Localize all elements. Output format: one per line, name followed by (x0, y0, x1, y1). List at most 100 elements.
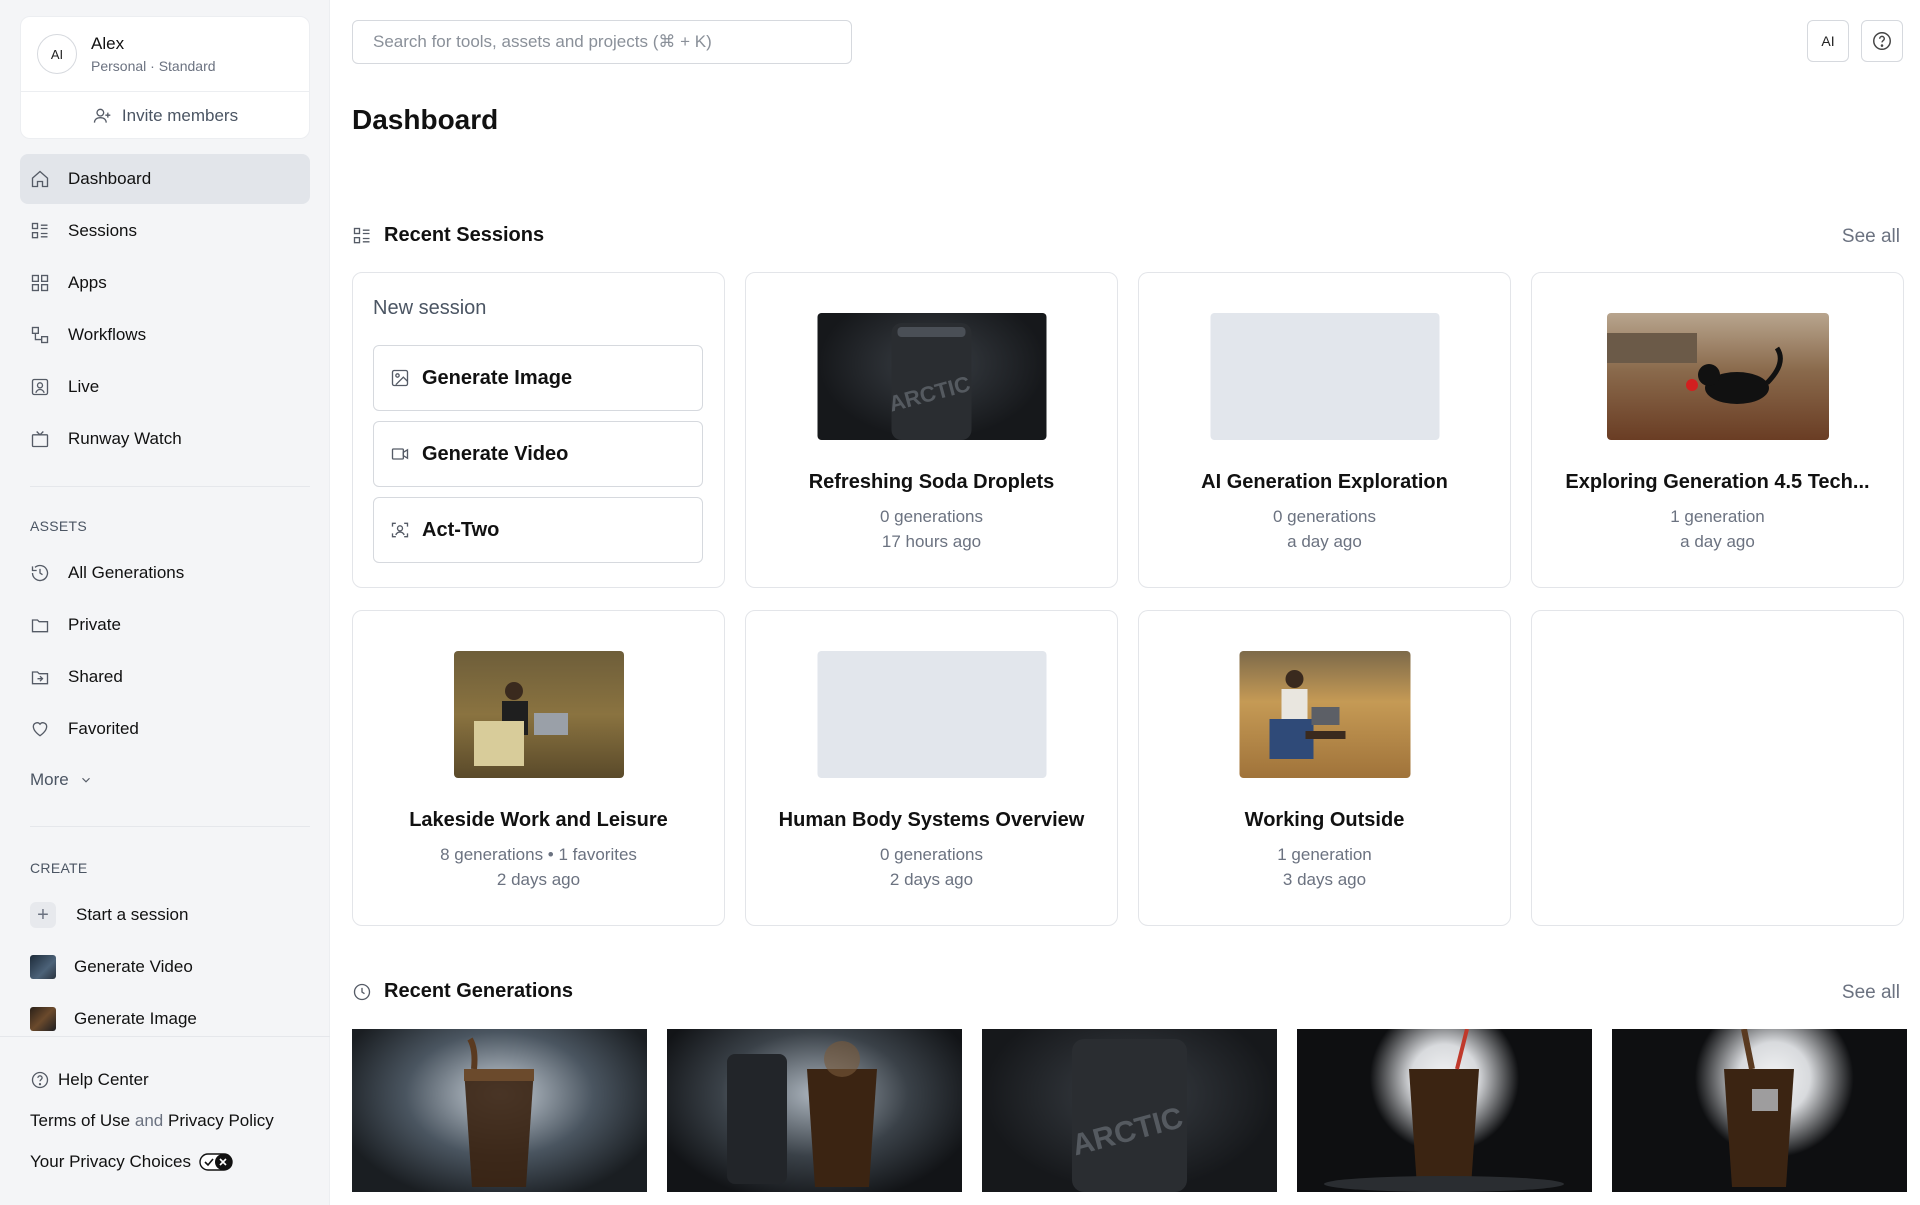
sidebar-divider (30, 826, 310, 827)
help-button[interactable] (1861, 20, 1903, 62)
sidebar-item-sessions[interactable]: Sessions (20, 206, 310, 256)
generation-thumbnail[interactable]: ARCTIC (982, 1029, 1277, 1192)
chevron-down-icon (81, 777, 90, 783)
account-card: AI Alex Personal · Standard Invite membe… (20, 16, 310, 139)
session-title: Refreshing Soda Droplets (808, 471, 1055, 493)
session-time: 2 days ago (496, 870, 581, 889)
act-two-button[interactable]: Act-Two (373, 497, 703, 563)
clock-icon (353, 983, 371, 1000)
generation-thumbnail[interactable] (1612, 1029, 1907, 1192)
session-generation-count: 1 generation (1670, 507, 1765, 526)
sidebar-divider (30, 486, 310, 487)
session-title: Lakeside Work and Leisure (409, 809, 668, 831)
start-session-item[interactable]: + Start a session (20, 890, 310, 940)
new-session-label: New session (373, 297, 487, 319)
invite-members-button[interactable]: Invite members (21, 92, 309, 139)
sidebar-item-shared[interactable]: Shared (20, 652, 310, 702)
sidebar-item-workflows[interactable]: Workflows (20, 310, 310, 360)
help-circle-icon (31, 1071, 49, 1089)
create-item-label: Generate Image (74, 1009, 197, 1028)
more-button[interactable]: More (30, 770, 93, 790)
privacy-choices-link[interactable]: Your Privacy Choices (30, 1152, 233, 1172)
session-time: 3 days ago (1282, 870, 1367, 889)
generate-video-thumbnail (30, 955, 56, 979)
session-generation-count: 0 generations (879, 507, 984, 526)
sidebar-item-live[interactable]: Live (20, 362, 310, 412)
home-icon (30, 169, 50, 189)
session-thumbnail-placeholder (1210, 313, 1439, 440)
can-and-glass-image (727, 1041, 877, 1187)
cola-glass-image (464, 1037, 534, 1187)
session-generation-count: 8 generations • 1 favorites (440, 845, 637, 864)
folder-icon (30, 615, 50, 635)
search-input[interactable]: Search for tools, assets and projects (⌘… (352, 20, 852, 64)
search-placeholder: Search for tools, assets and projects (⌘… (373, 32, 712, 51)
recent-generations-title: Recent Generations (384, 980, 573, 1002)
help-center-link[interactable]: Help Center (30, 1070, 149, 1090)
add-user-icon (93, 108, 111, 123)
generation-thumbnail[interactable] (1297, 1029, 1592, 1192)
session-title: Human Body Systems Overview (778, 809, 1085, 831)
help-circle-icon (1873, 32, 1891, 50)
sessions-icon (353, 227, 370, 243)
privacy-policy-link[interactable]: Privacy Policy (168, 1111, 274, 1130)
soda-can-image: ARCTIC (1069, 1039, 1187, 1192)
sidebar-item-all-generations[interactable]: All Generations (20, 548, 310, 598)
session-card[interactable]: Working Outside 1 generation 3 days ago (1138, 610, 1511, 926)
sessions-icon (30, 221, 50, 241)
session-card[interactable]: Lakeside Work and Leisure 8 generations … (352, 610, 725, 926)
session-card[interactable]: ARCTIC Refreshing Soda Droplets 0 genera… (745, 272, 1118, 588)
account-name: Alex (91, 34, 125, 53)
session-thumbnail (1606, 313, 1829, 440)
recent-sessions-header: Recent Sessions (352, 224, 544, 247)
generations-see-all-link[interactable]: See all (1842, 982, 1900, 1004)
image-icon (391, 369, 409, 387)
privacy-toggle-icon (199, 1153, 233, 1171)
create-heading: CREATE (30, 860, 88, 876)
face-scan-icon (391, 522, 409, 538)
recent-sessions-title: Recent Sessions (384, 224, 545, 246)
sidebar-item-dashboard[interactable]: Dashboard (20, 154, 310, 204)
sidebar-item-runway-watch[interactable]: Runway Watch (20, 414, 310, 464)
cat-image (1606, 333, 1783, 404)
recent-generations-header: Recent Generations (352, 980, 573, 1003)
generation-thumbnail[interactable] (352, 1029, 647, 1192)
video-icon (391, 448, 409, 460)
plus-icon: + (30, 902, 56, 928)
act-two-label: Act-Two (422, 518, 500, 541)
sessions-see-all-link[interactable]: See all (1842, 226, 1900, 248)
sidebar-divider (0, 1036, 330, 1037)
session-card[interactable]: AI Generation Exploration 0 generations … (1138, 272, 1511, 588)
generate-video-button[interactable]: Generate Video (373, 421, 703, 487)
person-with-laptop-image (473, 682, 568, 766)
session-thumbnail (1239, 651, 1410, 778)
new-session-card: New session Generate Image Generate Vide… (352, 272, 725, 588)
session-thumbnail (453, 651, 624, 778)
sidebar-item-label: Sessions (68, 221, 137, 240)
sidebar-item-label: Apps (68, 273, 107, 292)
terms-link[interactable]: Terms of Use (30, 1111, 130, 1130)
assets-heading: ASSETS (30, 518, 88, 534)
sidebar-item-private[interactable]: Private (20, 600, 310, 650)
sidebar-item-apps[interactable]: Apps (20, 258, 310, 308)
session-title: Working Outside (1244, 809, 1405, 831)
ai-button[interactable]: AI (1807, 20, 1849, 62)
account-switcher[interactable]: AI Alex Personal · Standard (21, 17, 309, 92)
session-card[interactable]: Exploring Generation 4.5 Tech... 1 gener… (1531, 272, 1904, 588)
create-item-label: Generate Video (74, 957, 193, 976)
help-center-label: Help Center (58, 1070, 149, 1089)
session-card[interactable]: Human Body Systems Overview 0 generation… (745, 610, 1118, 926)
legal-links: Terms of Use and Privacy Policy (30, 1111, 274, 1131)
generate-video-item[interactable]: Generate Video (20, 942, 310, 992)
session-generation-count: 0 generations (879, 845, 984, 864)
sidebar-item-label: Runway Watch (68, 429, 182, 448)
account-plan: Personal · Standard (91, 58, 216, 74)
generate-image-button[interactable]: Generate Image (373, 345, 703, 411)
sidebar-item-favorited[interactable]: Favorited (20, 704, 310, 754)
soda-can-image: ARCTIC (886, 323, 973, 440)
history-icon (30, 563, 50, 583)
live-icon (30, 377, 50, 397)
apps-icon (30, 273, 50, 293)
generate-image-thumbnail (30, 1007, 56, 1031)
generation-thumbnail[interactable] (667, 1029, 962, 1192)
